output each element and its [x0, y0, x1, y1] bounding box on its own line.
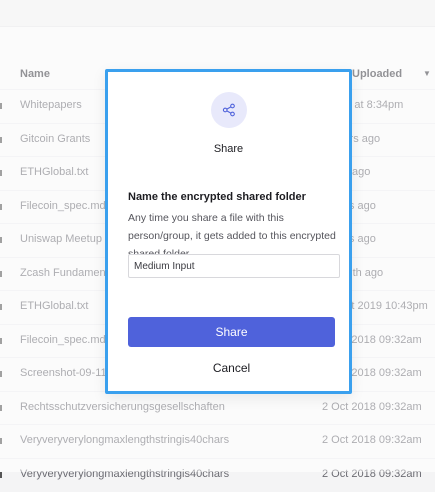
- share-dialog: Share Name the encrypted shared folder A…: [105, 69, 352, 394]
- folder-name-input[interactable]: [128, 254, 340, 278]
- cancel-button[interactable]: Cancel: [128, 358, 335, 378]
- share-icon: [222, 103, 235, 117]
- share-button[interactable]: Share: [128, 317, 335, 347]
- dialog-title: Share: [213, 143, 244, 155]
- row-indicator: [0, 471, 2, 478]
- share-icon-container: [211, 92, 247, 128]
- folder-name-heading: Name the encrypted shared folder: [128, 191, 306, 203]
